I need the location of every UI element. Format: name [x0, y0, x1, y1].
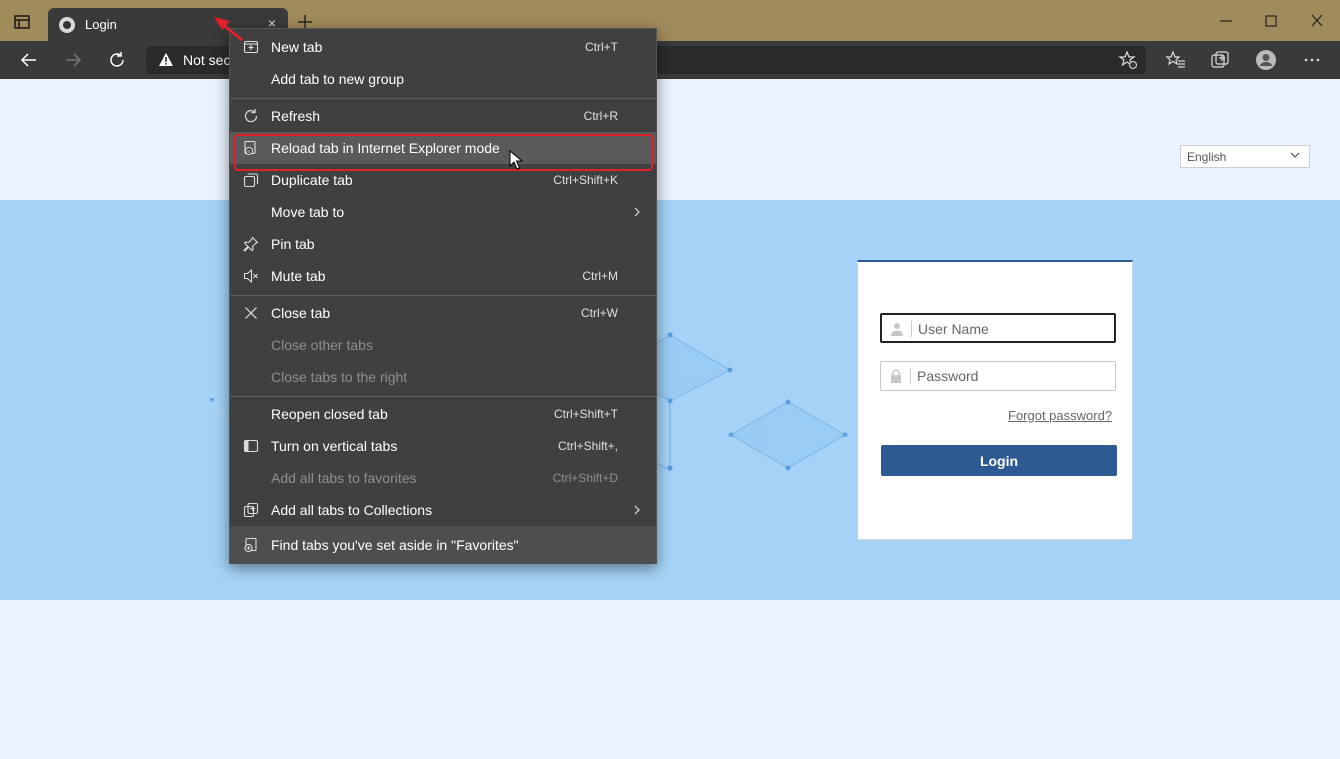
vertical-tabs-icon [243, 439, 259, 453]
menu-label: Add tab to new group [271, 71, 405, 87]
login-banner [0, 200, 1340, 600]
back-arrow-icon[interactable] [18, 49, 40, 71]
more-options-icon[interactable] [1301, 49, 1323, 71]
tabs-aside-icon [244, 537, 257, 553]
forgot-password-link[interactable]: Forgot password? [1008, 408, 1112, 423]
menu-separator [230, 98, 656, 99]
menu-label: Close tab [271, 305, 331, 321]
username-field[interactable] [880, 313, 1116, 343]
lock-icon [891, 369, 901, 383]
menu-item-add-all-collections[interactable]: Add all tabs to Collections [230, 494, 656, 526]
menu-label: New tab [271, 39, 323, 55]
menu-label: Duplicate tab [271, 172, 353, 188]
menu-shortcut: Ctrl+Shift+K [553, 173, 618, 187]
browser-toolbar: Not sec [0, 41, 1340, 79]
chevron-down-icon [1290, 152, 1300, 158]
menu-label: Mute tab [271, 268, 326, 284]
warning-icon [159, 53, 173, 66]
menu-shortcut: Ctrl+W [581, 306, 618, 320]
login-card: Forgot password? Login [857, 260, 1133, 540]
close-icon [245, 307, 257, 319]
menu-shortcut: Ctrl+Shift+T [553, 407, 618, 421]
menu-label: Refresh [271, 108, 321, 124]
language-select[interactable]: English [1180, 145, 1310, 168]
menu-separator [230, 295, 656, 296]
site-favicon-icon [59, 17, 75, 33]
menu-shortcut: Ctrl+Shift+D [552, 471, 618, 485]
tab-title: Login [85, 17, 117, 32]
menu-shortcut: Ctrl+M [582, 269, 618, 283]
menu-label: Close other tabs [271, 337, 373, 353]
menu-item-vertical-tabs[interactable]: Turn on vertical tabs Ctrl+Shift+, [230, 430, 656, 462]
title-bar: Login × [0, 0, 1340, 41]
address-text: Not sec [183, 52, 231, 68]
menu-shortcut: Ctrl+Shift+, [557, 439, 618, 453]
menu-label: Reopen closed tab [271, 406, 388, 422]
password-input[interactable] [917, 366, 1107, 386]
menu-item-move-tab[interactable]: Move tab to [230, 196, 656, 228]
profile-avatar-icon[interactable] [1255, 49, 1277, 71]
menu-shortcut: Ctrl+T [585, 40, 618, 54]
annotation-red-arrow-icon [214, 17, 243, 42]
menu-item-pin-tab[interactable]: Pin tab [230, 228, 656, 260]
page-header: English [0, 79, 1340, 200]
menu-item-refresh[interactable]: Refresh Ctrl+R [230, 100, 656, 132]
collections-icon [243, 502, 259, 518]
close-window-icon[interactable] [1305, 10, 1329, 32]
menu-shortcut: Ctrl+R [583, 109, 618, 123]
pin-icon [243, 236, 259, 252]
hex-pattern-background [210, 332, 848, 530]
menu-item-close-tabs-right: Close tabs to the right [230, 361, 656, 393]
menu-item-add-all-favorites: Add all tabs to favorites Ctrl+Shift+D [230, 462, 656, 494]
field-separator [910, 368, 911, 384]
chevron-right-icon [634, 505, 640, 515]
username-input[interactable] [918, 319, 1108, 339]
collections-icon[interactable] [1209, 49, 1231, 71]
tab-actions-icon[interactable] [12, 12, 32, 32]
mute-speaker-icon [243, 268, 258, 284]
menu-label: Turn on vertical tabs [271, 438, 398, 454]
language-value: English [1187, 150, 1227, 164]
chevron-right-icon [634, 207, 640, 217]
duplicate-icon [243, 173, 259, 188]
annotation-highlight-box [234, 134, 653, 171]
login-button[interactable]: Login [881, 445, 1117, 476]
user-icon [891, 323, 903, 336]
menu-label: Find tabs you've set aside in "Favorites… [271, 537, 519, 553]
forward-arrow-icon[interactable] [62, 49, 84, 71]
menu-label: Pin tab [271, 236, 315, 252]
menu-item-mute-tab[interactable]: Mute tab Ctrl+M [230, 260, 656, 292]
add-favorite-star-icon[interactable] [1117, 49, 1139, 71]
password-field[interactable] [880, 361, 1116, 391]
menu-item-add-tab-group[interactable]: Add tab to new group [230, 63, 656, 95]
minimize-icon[interactable] [1214, 10, 1238, 32]
menu-label: Close tabs to the right [271, 369, 408, 385]
menu-item-close-tab[interactable]: Close tab Ctrl+W [230, 297, 656, 329]
menu-label: Add all tabs to favorites [271, 470, 417, 486]
menu-item-reopen-closed-tab[interactable]: Reopen closed tab Ctrl+Shift+T [230, 398, 656, 430]
menu-item-close-other-tabs: Close other tabs [230, 329, 656, 361]
tab-context-menu: New tab Ctrl+T Add tab to new group Refr… [229, 28, 657, 564]
favorites-icon[interactable] [1165, 49, 1187, 71]
maximize-icon[interactable] [1259, 10, 1283, 32]
menu-label: Move tab to [271, 204, 345, 220]
field-separator [911, 321, 912, 337]
refresh-icon [244, 109, 258, 123]
menu-separator [230, 396, 656, 397]
refresh-icon[interactable] [106, 49, 128, 71]
mouse-cursor-icon [509, 150, 523, 170]
web-page: English User Name Forgot password? Login [0, 79, 1340, 759]
menu-item-new-tab[interactable]: New tab Ctrl+T [230, 31, 656, 63]
menu-item-find-set-aside-tabs[interactable]: Find tabs you've set aside in "Favorites… [230, 526, 656, 564]
menu-label: Add all tabs to Collections [271, 502, 433, 518]
